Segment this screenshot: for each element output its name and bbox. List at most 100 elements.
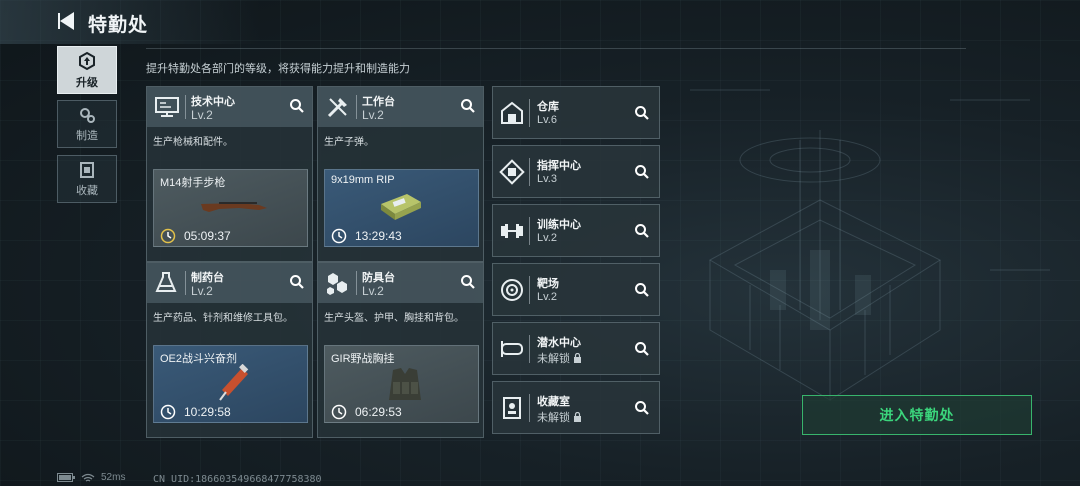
facility-name: 收藏室 [537, 396, 570, 408]
facility-name: 仓库 [537, 101, 559, 113]
facility-card-pharmacy[interactable]: 制药台 Lv.2 生产药品、针剂和维修工具包。 OE2战斗兴奋剂 10:29:5… [146, 262, 313, 438]
facility-name: 防具台 [362, 272, 395, 284]
command-center-icon [499, 159, 525, 185]
facility-name: 技术中心 [191, 96, 235, 108]
search-icon[interactable] [633, 281, 651, 299]
warehouse-icon [501, 101, 523, 124]
facility-description: 生产药品、针剂和维修工具包。 [153, 313, 293, 324]
facility-name: 潜水中心 [537, 337, 581, 349]
facility-row-training-center[interactable]: 训练中心 Lv.2 [492, 204, 660, 257]
row-separator [529, 158, 530, 186]
page-title: 特勤处 [88, 15, 149, 36]
item-name: M14射手步枪 [160, 177, 226, 189]
facility-card-armor-bench[interactable]: 防具台 Lv.2 生产头盔、护甲、胸挂和背包。 GIR野战胸挂 06:29:53 [317, 262, 484, 438]
facility-level: Lv.2 [191, 108, 213, 122]
pharmacy-icon [155, 272, 177, 292]
production-slot[interactable]: OE2战斗兴奋剂 10:29:58 [153, 345, 308, 423]
search-icon[interactable] [288, 273, 306, 291]
facility-level: Lv.3 [537, 173, 557, 185]
production-slot[interactable]: M14射手步枪 05:09:37 [153, 169, 308, 247]
item-timer: 05:09:37 [184, 229, 231, 243]
tab-upgrade-label: 升级 [76, 76, 98, 89]
stimulant-injector-image [219, 364, 249, 401]
locked-status: 未解锁 [537, 412, 570, 424]
facility-name: 靶场 [537, 278, 559, 290]
wifi-icon [81, 473, 95, 481]
facility-level: Lv.6 [537, 114, 557, 126]
tab-collection[interactable]: 收藏 [57, 155, 117, 203]
target-icon [501, 279, 523, 301]
facility-card-workbench[interactable]: 工作台 Lv.2 生产子弹。 9x19mm RIP 13:29:43 [317, 86, 484, 262]
header-separator [185, 271, 186, 295]
facility-level: Lv.2 [537, 232, 557, 244]
search-icon[interactable] [459, 97, 477, 115]
tech-center-icon [155, 97, 179, 117]
divider-line [146, 48, 966, 49]
row-separator [529, 394, 530, 422]
item-timer: 10:29:58 [184, 405, 231, 419]
row-separator [529, 217, 530, 245]
facility-name: 指挥中心 [537, 160, 581, 172]
ammo-box-image [381, 194, 421, 220]
item-timer: 06:29:53 [355, 405, 402, 419]
facility-row-diving-center[interactable]: 潜水中心 未解锁 [492, 322, 660, 375]
production-slot[interactable]: GIR野战胸挂 06:29:53 [324, 345, 479, 423]
facility-level-locked: 未解锁 [537, 409, 582, 425]
item-timer: 13:29:43 [355, 229, 402, 243]
tab-upgrade[interactable]: 升级 [57, 46, 117, 94]
search-icon[interactable] [633, 163, 651, 181]
battery-icon [57, 473, 75, 482]
facility-row-warehouse[interactable]: 仓库 Lv.6 [492, 86, 660, 139]
rifle-image [201, 202, 267, 212]
facility-name: 训练中心 [537, 219, 581, 231]
row-separator [529, 276, 530, 304]
armor-bench-icon [327, 273, 347, 295]
facility-row-shooting-range[interactable]: 靶场 Lv.2 [492, 263, 660, 316]
lock-icon [574, 353, 581, 363]
back-arrow-icon[interactable] [56, 9, 78, 33]
facility-row-collection-room[interactable]: 收藏室 未解锁 [492, 381, 660, 434]
search-icon[interactable] [288, 97, 306, 115]
timer-icon [331, 228, 347, 244]
tab-craft[interactable]: 制造 [57, 100, 117, 148]
facility-level: Lv.2 [362, 108, 384, 122]
facility-card-tech-center[interactable]: 技术中心 Lv.2 生产枪械和配件。 M14射手步枪 05:09:37 [146, 86, 313, 262]
search-icon[interactable] [633, 222, 651, 240]
user-uid: CN UID:18660354966847775838​0 [153, 474, 322, 485]
tab-craft-label: 制造 [76, 129, 98, 142]
section-subtitle: 提升特勤处各部门的等级，将获得能力提升和制造能力 [146, 63, 410, 75]
search-icon[interactable] [633, 104, 651, 122]
chest-rig-image [389, 368, 421, 400]
status-bar: 52ms [57, 472, 125, 483]
collection-room-icon [503, 397, 521, 419]
facility-level: Lv.2 [537, 291, 557, 303]
gears-icon [80, 107, 95, 123]
facility-row-command-center[interactable]: 指挥中心 Lv.3 [492, 145, 660, 198]
row-separator [529, 335, 530, 363]
header-separator [356, 95, 357, 119]
production-slot[interactable]: 9x19mm RIP 13:29:43 [324, 169, 479, 247]
dumbbell-icon [501, 224, 523, 238]
facility-name: 工作台 [362, 96, 395, 108]
locked-status: 未解锁 [537, 353, 570, 365]
header-separator [356, 271, 357, 295]
ping-value: 52ms [101, 472, 126, 483]
timer-icon [331, 404, 347, 420]
search-icon[interactable] [633, 340, 651, 358]
row-separator [529, 99, 530, 127]
facility-level: Lv.2 [362, 284, 384, 298]
item-name: 9x19mm RIP [331, 174, 395, 186]
facility-description: 生产子弹。 [324, 137, 374, 148]
collection-icon [80, 161, 94, 178]
enter-button[interactable]: 进入特勤处 [802, 395, 1032, 435]
search-icon[interactable] [459, 273, 477, 291]
search-icon[interactable] [633, 399, 651, 417]
facility-name: 制药台 [191, 272, 224, 284]
facility-level-locked: 未解锁 [537, 350, 582, 366]
tab-collection-label: 收藏 [76, 184, 98, 197]
facility-description: 生产头盔、护甲、胸挂和背包。 [324, 313, 464, 324]
timer-icon [160, 228, 176, 244]
header-bar: 特勤处 [0, 0, 260, 44]
workbench-icon [327, 98, 347, 118]
facility-level: Lv.2 [191, 284, 213, 298]
